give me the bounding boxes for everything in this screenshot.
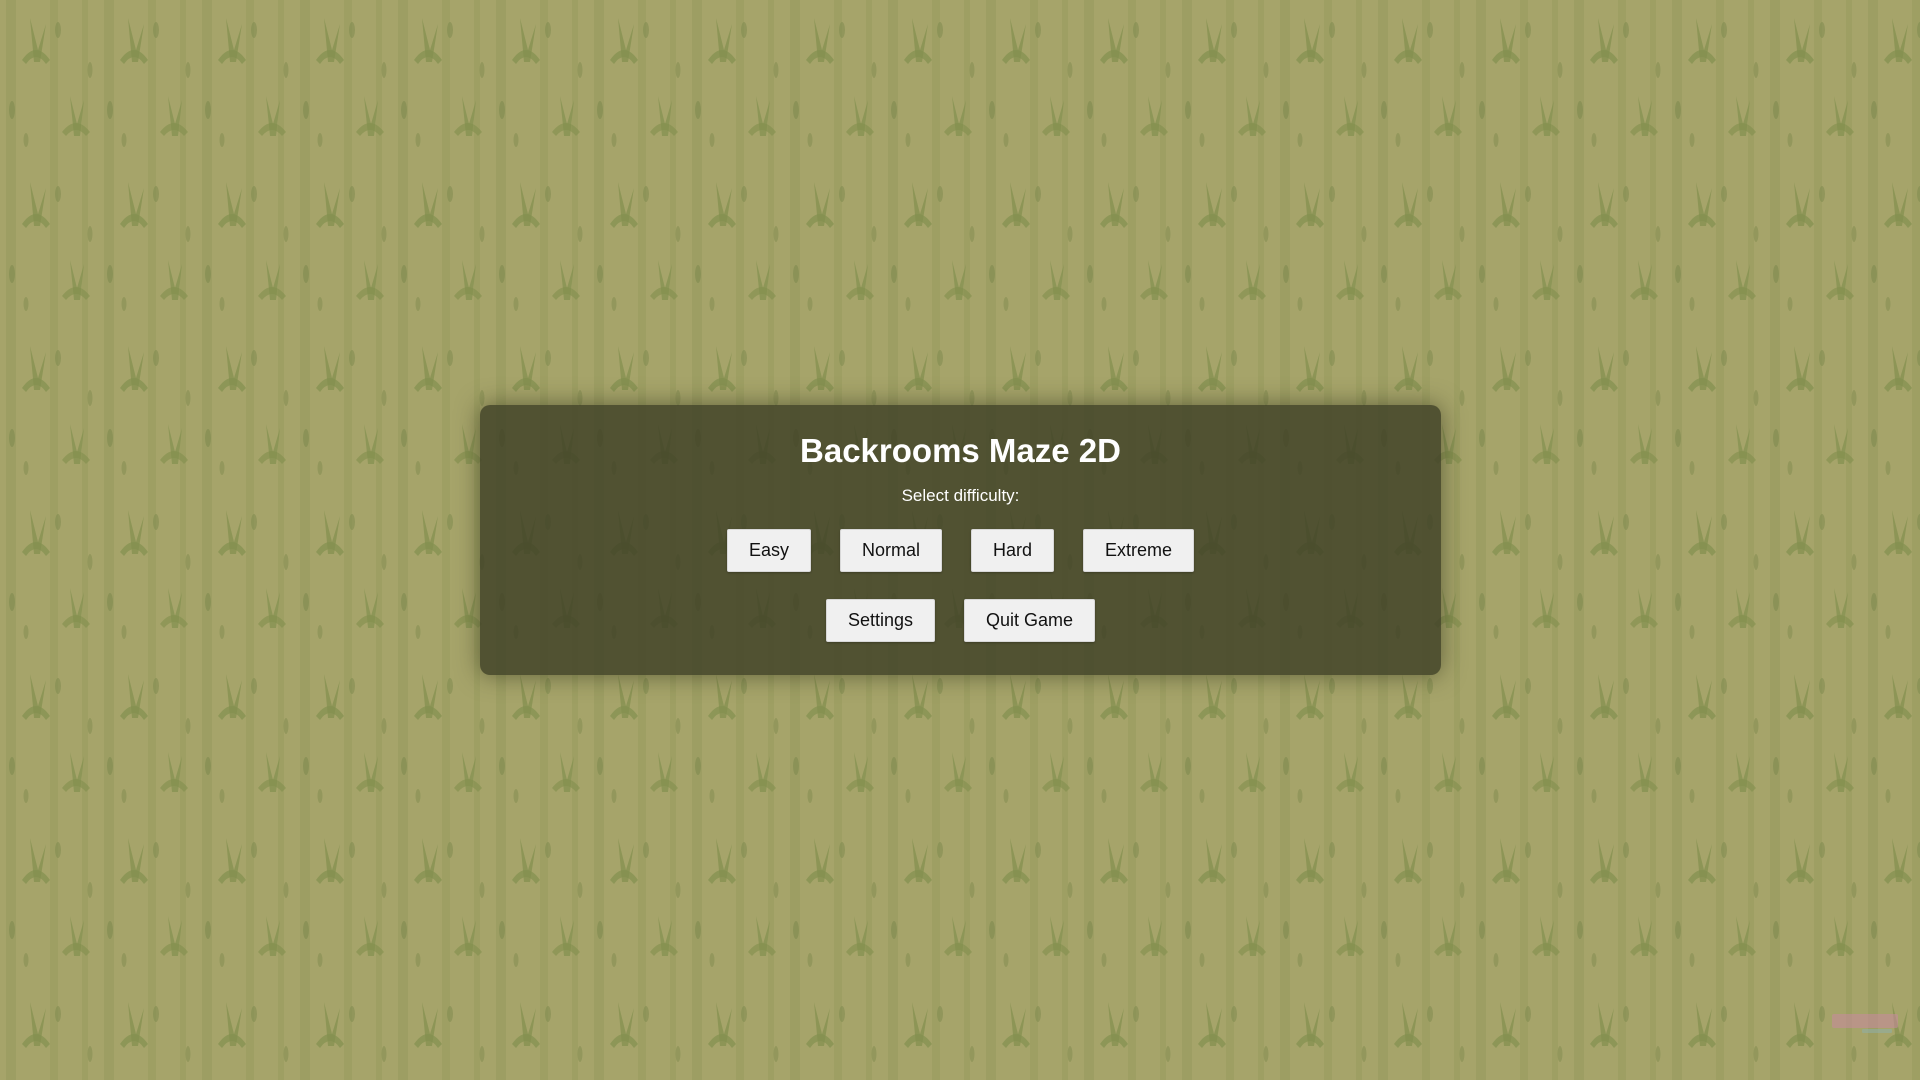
settings-button[interactable]: Settings (825, 599, 935, 642)
action-button-row: Settings Quit Game (480, 599, 1441, 642)
normal-button[interactable]: Normal (839, 529, 942, 572)
extreme-button[interactable]: Extreme (1083, 529, 1195, 572)
watermark-logo-icon (1832, 1014, 1898, 1033)
difficulty-button-row: Easy Normal Hard Extreme (480, 529, 1441, 572)
quit-game-button[interactable]: Quit Game (964, 599, 1096, 642)
easy-button[interactable]: Easy (726, 529, 811, 572)
main-menu-panel: Backrooms Maze 2D Select difficulty: Eas… (480, 405, 1441, 675)
difficulty-prompt: Select difficulty: (901, 486, 1020, 505)
game-title: Backrooms Maze 2D (800, 432, 1121, 469)
hard-button[interactable]: Hard (971, 529, 1055, 572)
